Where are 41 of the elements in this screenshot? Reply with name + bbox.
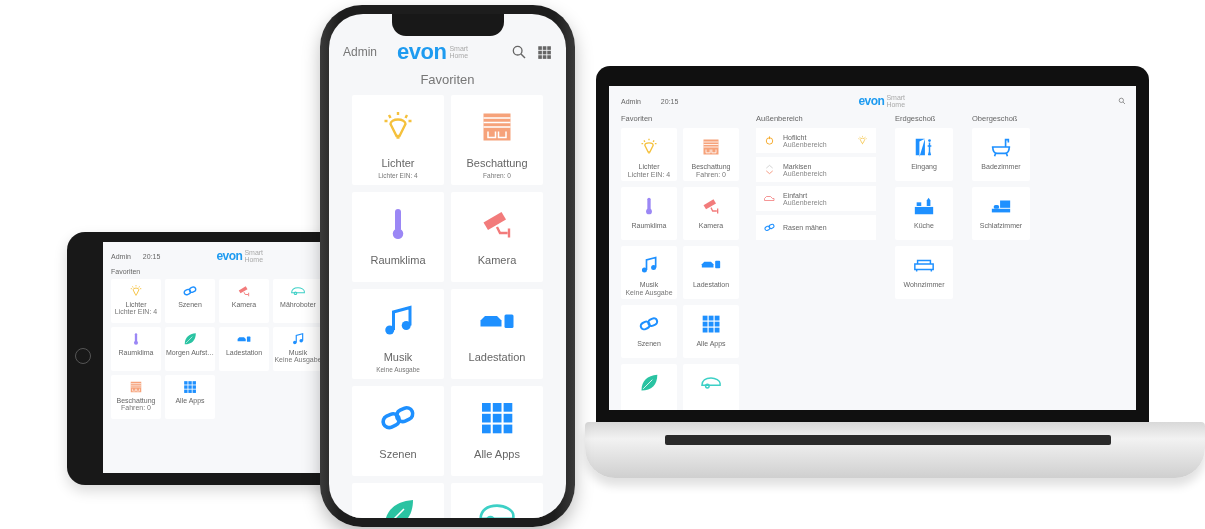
user-name[interactable]: Admin <box>343 45 377 59</box>
logo-wordmark: evon <box>397 39 447 65</box>
app-grid-icon <box>701 314 721 334</box>
app-grid-icon <box>479 400 515 436</box>
app-tile[interactable]: Alle Apps <box>451 386 543 476</box>
music-note-icon <box>639 255 659 275</box>
leaf-icon <box>183 332 197 346</box>
search-icon[interactable] <box>511 44 527 60</box>
logo-wordmark: evon <box>216 249 243 263</box>
robot-mower-icon <box>291 286 305 296</box>
lightbulb-icon[interactable] <box>857 135 868 146</box>
app-tile[interactable] <box>621 364 677 410</box>
lightbulb-icon <box>639 137 659 157</box>
app-tile[interactable]: Kamera <box>451 192 543 282</box>
kitchen-icon <box>913 195 935 217</box>
robot-mower-icon <box>701 377 721 389</box>
window-blind-icon <box>129 380 143 394</box>
up-down-icon <box>764 164 775 175</box>
car-charger-icon <box>479 312 515 330</box>
power-icon <box>764 135 775 146</box>
music-note-icon <box>291 332 305 346</box>
app-tile[interactable]: Ladestation <box>451 289 543 379</box>
link-icon <box>764 222 775 233</box>
section-title: Favoriten <box>419 72 476 87</box>
app-tile[interactable] <box>683 364 739 410</box>
search-icon[interactable] <box>1118 97 1126 105</box>
bathtub-icon <box>990 136 1012 158</box>
logo-wordmark: evon <box>858 94 885 108</box>
app-grid-icon[interactable] <box>537 44 552 60</box>
window-blind-icon <box>701 137 721 157</box>
link-icon <box>183 284 197 298</box>
car-charger-icon <box>701 260 721 270</box>
lightbulb-icon <box>129 284 143 298</box>
leaf-icon <box>639 373 659 393</box>
app-grid-icon <box>183 380 197 394</box>
camera-icon <box>237 284 251 298</box>
app-tile[interactable]: Szenen <box>352 386 444 476</box>
camera-icon <box>701 196 721 216</box>
car-icon <box>764 196 775 201</box>
car-charger-icon <box>237 335 251 343</box>
app-tile[interactable]: Raumklima <box>352 192 444 282</box>
